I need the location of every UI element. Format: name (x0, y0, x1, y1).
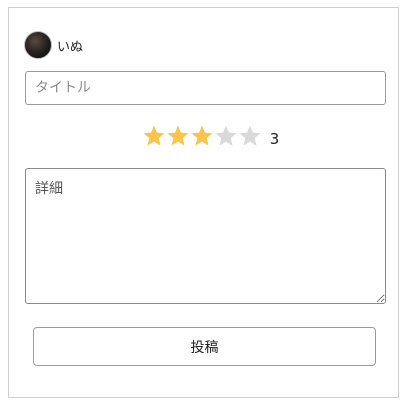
title-input[interactable] (25, 71, 386, 105)
star-icon[interactable] (190, 124, 214, 148)
star-rating (142, 124, 262, 148)
submit-button[interactable]: 投稿 (33, 327, 376, 366)
username: いぬ (57, 39, 84, 55)
rating-row: 3 (0, 121, 407, 151)
user-avatar (24, 31, 52, 59)
star-icon[interactable] (238, 124, 262, 148)
user-info: いぬ (24, 31, 83, 59)
star-icon[interactable] (142, 124, 166, 148)
star-icon[interactable] (166, 124, 190, 148)
rating-value: 3 (269, 130, 280, 148)
star-icon[interactable] (214, 124, 238, 148)
detail-textarea[interactable] (25, 168, 386, 304)
